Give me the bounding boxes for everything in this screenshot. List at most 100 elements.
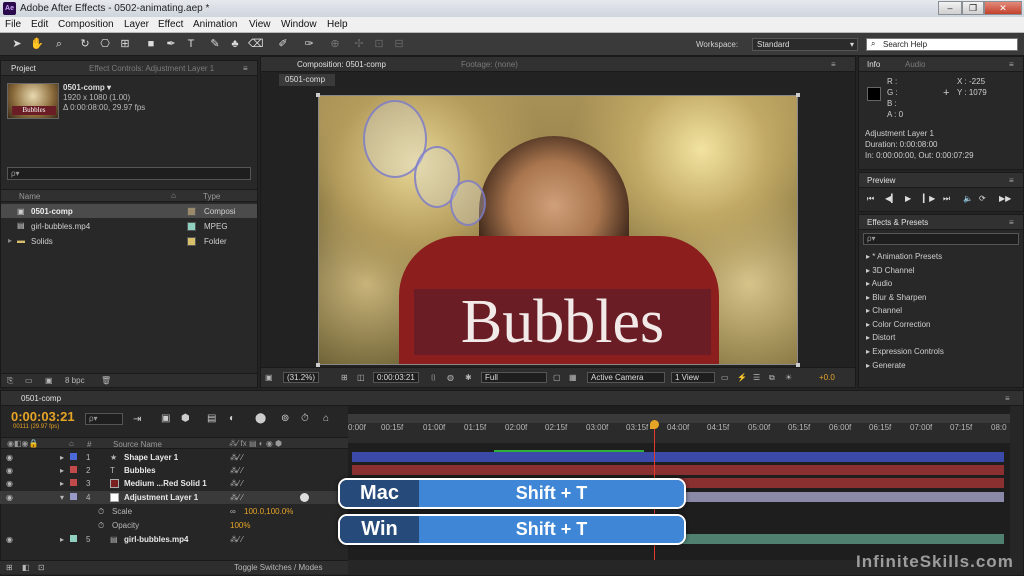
bpc-label[interactable]: 8 bpc bbox=[65, 376, 85, 385]
tab-footage[interactable]: Footage: (none) bbox=[461, 60, 518, 69]
roto-brush-tool-icon[interactable]: ✐ bbox=[276, 37, 290, 51]
tab-effect-controls[interactable]: Effect Controls: Adjustment Layer 1 bbox=[89, 64, 214, 73]
eye-icon[interactable]: ◉ bbox=[6, 493, 13, 502]
effects-item[interactable]: ▸ Blur & Sharpen bbox=[866, 293, 927, 302]
layer-switches[interactable]: ⁂⁄ ⁄ bbox=[230, 466, 243, 475]
effects-item[interactable]: ▸ * Animation Presets bbox=[866, 252, 942, 261]
tab-preview[interactable]: Preview bbox=[867, 176, 895, 185]
project-item[interactable]: ▣ 0501-comp Composi bbox=[1, 204, 257, 218]
panel-menu-icon[interactable]: ≡ bbox=[831, 60, 836, 69]
layer-bar[interactable] bbox=[352, 452, 1004, 462]
toggle-in-out-icon[interactable]: ⊡ bbox=[38, 563, 45, 572]
layer-name[interactable]: Adjustment Layer 1 bbox=[124, 493, 198, 502]
chevron-right-icon[interactable]: ▸ bbox=[8, 236, 12, 245]
effects-item[interactable]: ▸ Distort bbox=[866, 333, 895, 342]
fast-previews-icon[interactable]: ⚡ bbox=[737, 373, 747, 382]
chevron-right-icon[interactable]: ▸ bbox=[60, 535, 64, 544]
new-comp-icon[interactable]: ▣ bbox=[45, 376, 53, 385]
layer-label-color[interactable] bbox=[70, 535, 77, 542]
snapshot-icon[interactable]: ⌷ bbox=[431, 373, 436, 383]
stopwatch-icon[interactable]: ⏱ bbox=[98, 521, 104, 531]
menu-effect[interactable]: Effect bbox=[158, 19, 183, 30]
time-ruler[interactable]: 0:00f 00:15f 01:00f 01:15f 02:00f 02:15f… bbox=[348, 423, 1010, 443]
effects-item[interactable]: ▸ 3D Channel bbox=[866, 266, 915, 275]
first-frame-icon[interactable]: ⏮ bbox=[867, 194, 874, 204]
type-tool-icon[interactable]: T bbox=[184, 37, 198, 51]
next-frame-icon[interactable]: ▎▶ bbox=[923, 194, 935, 203]
panel-menu-icon[interactable]: ≡ bbox=[1009, 60, 1014, 69]
search-help-input[interactable]: ⌕ Search Help bbox=[866, 38, 1018, 51]
flowchart-icon[interactable]: ⧉ bbox=[769, 373, 775, 383]
comp-subtab[interactable]: 0501-comp bbox=[279, 74, 335, 86]
chevron-down-icon[interactable]: ▾ bbox=[60, 493, 64, 502]
tab-project[interactable]: Project bbox=[11, 64, 36, 73]
graph-editor-icon[interactable]: ⏱ bbox=[301, 413, 309, 424]
roi-icon[interactable]: ▢ bbox=[553, 373, 561, 382]
layer-bar[interactable] bbox=[352, 465, 1004, 475]
col-source-name[interactable]: Source Name bbox=[113, 440, 162, 449]
layer-label-color[interactable] bbox=[70, 466, 77, 473]
shy-icon[interactable]: ⬢ bbox=[181, 413, 190, 424]
camera-select[interactable]: Active Camera bbox=[587, 372, 665, 383]
panel-menu-icon[interactable]: ≡ bbox=[1009, 218, 1014, 227]
col-name[interactable]: Name bbox=[19, 192, 40, 201]
project-item[interactable]: ▤ girl-bubbles.mp4 MPEG bbox=[1, 219, 257, 233]
menu-view[interactable]: View bbox=[249, 19, 271, 30]
tab-timeline-comp[interactable]: 0501-comp bbox=[21, 394, 61, 403]
puppet-pin-tool-icon[interactable]: ✑ bbox=[302, 37, 316, 51]
panel-menu-icon[interactable]: ≡ bbox=[243, 64, 248, 73]
timeline-search-input[interactable]: ρ▾ bbox=[85, 413, 123, 425]
chevron-right-icon[interactable]: ▸ bbox=[60, 479, 64, 488]
layer-switches[interactable]: ⁂⁄ ⁄ bbox=[230, 493, 243, 502]
snap-icon[interactable]: ⊕ bbox=[328, 37, 342, 51]
property-row[interactable]: ⏱ Opacity 100% bbox=[0, 519, 348, 532]
menu-edit[interactable]: Edit bbox=[31, 19, 48, 30]
last-frame-icon[interactable]: ⏭ bbox=[943, 194, 950, 204]
col-type[interactable]: Type bbox=[203, 192, 220, 201]
rectangle-tool-icon[interactable]: ■ bbox=[144, 37, 158, 51]
magnification-select[interactable]: (31.2%) bbox=[283, 372, 320, 383]
grid-icon[interactable]: ⊞ bbox=[341, 373, 348, 382]
resolution-select[interactable]: Full bbox=[481, 372, 547, 383]
adjustment-switch-icon[interactable] bbox=[300, 493, 309, 502]
effects-item[interactable]: ▸ Audio bbox=[866, 279, 892, 288]
layer-label-color[interactable] bbox=[70, 453, 77, 460]
brainstorm-icon[interactable]: ⬤ bbox=[255, 413, 266, 424]
selection-tool-icon[interactable]: ➤ bbox=[10, 37, 24, 51]
view-layout-select[interactable]: 1 View bbox=[671, 372, 715, 383]
timeline-timecode[interactable]: 0:00:03:21 bbox=[11, 409, 75, 424]
pan-behind-tool-icon[interactable]: ⊞ bbox=[118, 37, 132, 51]
comp-name[interactable]: 0501-comp ▾ bbox=[63, 83, 111, 92]
menu-layer[interactable]: Layer bbox=[124, 19, 149, 30]
bubbles-title-text[interactable]: Bubbles bbox=[414, 289, 711, 355]
frame-blending-icon[interactable]: ▤ bbox=[207, 413, 216, 424]
reset-exposure-icon[interactable]: ☀ bbox=[785, 373, 792, 382]
layer-name[interactable]: girl-bubbles.mp4 bbox=[124, 535, 188, 544]
channel-icon[interactable]: ✱ bbox=[465, 373, 472, 382]
work-area-bar[interactable] bbox=[348, 414, 1010, 423]
new-folder-icon[interactable]: ▭ bbox=[25, 376, 33, 385]
previous-frame-icon[interactable]: ◀▎ bbox=[885, 194, 897, 203]
eye-icon[interactable]: ◉ bbox=[6, 466, 13, 475]
eraser-tool-icon[interactable]: ⌫ bbox=[248, 37, 264, 51]
audio-icon[interactable]: 🔈 bbox=[963, 194, 973, 203]
exposure-value[interactable]: +0.0 bbox=[819, 373, 835, 382]
layer-row[interactable]: ◉ ▾ 4 Adjustment Layer 1 ⁂⁄ ⁄ bbox=[0, 491, 348, 504]
hand-tool-icon[interactable]: ✋ bbox=[30, 37, 44, 51]
chevron-right-icon[interactable]: ▸ bbox=[60, 466, 64, 475]
auto-keyframe-icon[interactable]: ⊚ bbox=[281, 413, 289, 424]
comp-mini-flowchart-icon[interactable]: ⇥ bbox=[133, 414, 141, 425]
playhead-icon[interactable] bbox=[650, 420, 659, 429]
close-button[interactable]: ✕ bbox=[984, 1, 1022, 15]
toggle-switches-modes-button[interactable]: Toggle Switches / Modes bbox=[234, 563, 323, 572]
effects-search-input[interactable]: ρ▾ bbox=[863, 233, 1019, 245]
pen-tool-icon[interactable]: ✒ bbox=[164, 37, 178, 51]
workspace-select[interactable]: Standard ▾ bbox=[752, 38, 858, 51]
eye-icon[interactable]: ◉ bbox=[6, 535, 13, 544]
menu-help[interactable]: Help bbox=[327, 19, 348, 30]
layer-name[interactable]: Medium ...Red Solid 1 bbox=[124, 479, 207, 488]
layer-switches[interactable]: ⁂⁄ ⁄ bbox=[230, 453, 243, 462]
toggle-layer-switches-icon[interactable]: ⊞ bbox=[6, 563, 13, 572]
interpret-footage-icon[interactable]: ⎘ bbox=[7, 376, 13, 386]
layer-switches[interactable]: ⁂⁄ ⁄ bbox=[230, 535, 243, 544]
